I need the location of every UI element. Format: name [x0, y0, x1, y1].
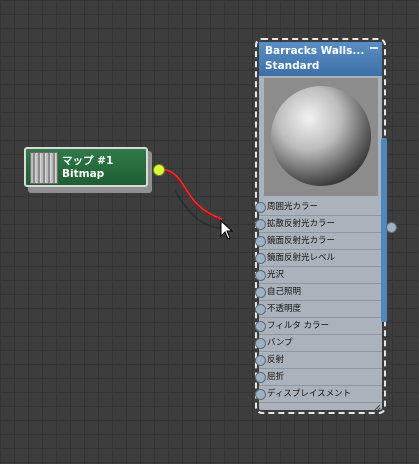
bitmap-node-body[interactable]: マップ #1 Bitmap: [24, 147, 148, 187]
slot-input-socket[interactable]: [255, 236, 266, 247]
slot-input-socket[interactable]: [255, 287, 266, 298]
slot-input-socket[interactable]: [255, 355, 266, 366]
material-slot[interactable]: ディスプレイスメント: [255, 386, 382, 403]
material-node[interactable]: Barracks Walls... Standard 周囲光カラー拡散反射光カラ…: [255, 42, 382, 410]
slot-label: ディスプレイスメント: [267, 389, 352, 399]
output-socket[interactable]: [153, 164, 165, 176]
material-slot[interactable]: 反射: [255, 352, 382, 369]
slot-label: 反射: [267, 355, 285, 365]
material-slot[interactable]: バンプ: [255, 335, 382, 352]
collapse-button[interactable]: [370, 47, 378, 49]
slot-input-socket[interactable]: [255, 321, 266, 332]
slot-label: 不透明度: [267, 304, 302, 314]
material-slot[interactable]: 不透明度: [255, 301, 382, 318]
material-slot[interactable]: 鏡面反射光カラー: [255, 233, 382, 250]
slot-input-socket[interactable]: [255, 202, 266, 213]
material-output-socket[interactable]: [386, 222, 397, 233]
material-slot[interactable]: 鏡面反射光レベル: [255, 250, 382, 267]
slot-label: 光沢: [267, 270, 285, 280]
slot-label: フィルタ カラー: [267, 321, 330, 331]
material-slot-list: 周囲光カラー拡散反射光カラー 鏡面反射光カラー 鏡面反射光レベル 光沢自己照明不透明度…: [255, 199, 382, 403]
slot-label: 拡散反射光カラー: [267, 219, 336, 229]
bitmap-node-title: マップ #1: [62, 155, 114, 167]
slot-input-socket[interactable]: [255, 304, 266, 315]
material-slot[interactable]: 光沢: [255, 267, 382, 284]
slot-label: 自己照明: [267, 287, 302, 297]
mouse-cursor-icon: [220, 220, 234, 240]
slot-label: バンプ: [267, 338, 293, 348]
slot-label: 鏡面反射光レベル: [267, 253, 336, 263]
material-preview-sphere: [264, 78, 378, 196]
slot-input-socket[interactable]: [255, 253, 266, 264]
bitmap-node-subtitle: Bitmap: [62, 168, 105, 180]
material-node-type: Standard: [265, 60, 320, 72]
slot-input-socket[interactable]: [255, 389, 266, 400]
bitmap-thumbnail: [30, 152, 58, 184]
material-node-title: Barracks Walls...: [265, 45, 365, 57]
material-node-header[interactable]: Barracks Walls... Standard: [259, 42, 382, 76]
material-slot[interactable]: 屈折: [255, 369, 382, 386]
slot-input-socket[interactable]: [255, 338, 266, 349]
resize-grip-icon[interactable]: [373, 404, 381, 412]
material-slot[interactable]: 周囲光カラー: [255, 199, 382, 216]
material-slot[interactable]: フィルタ カラー: [255, 318, 382, 335]
material-slot[interactable]: 自己照明: [255, 284, 382, 301]
slot-label: 周囲光カラー: [267, 202, 319, 212]
bitmap-map-node[interactable]: マップ #1 Bitmap: [24, 147, 152, 193]
material-slot[interactable]: 拡散反射光カラー: [255, 216, 382, 233]
slot-input-socket[interactable]: [255, 219, 266, 230]
slot-label: 屈折: [267, 372, 285, 382]
slot-input-socket[interactable]: [255, 270, 266, 281]
slot-label: 鏡面反射光カラー: [267, 236, 336, 246]
slot-input-socket[interactable]: [255, 372, 266, 383]
